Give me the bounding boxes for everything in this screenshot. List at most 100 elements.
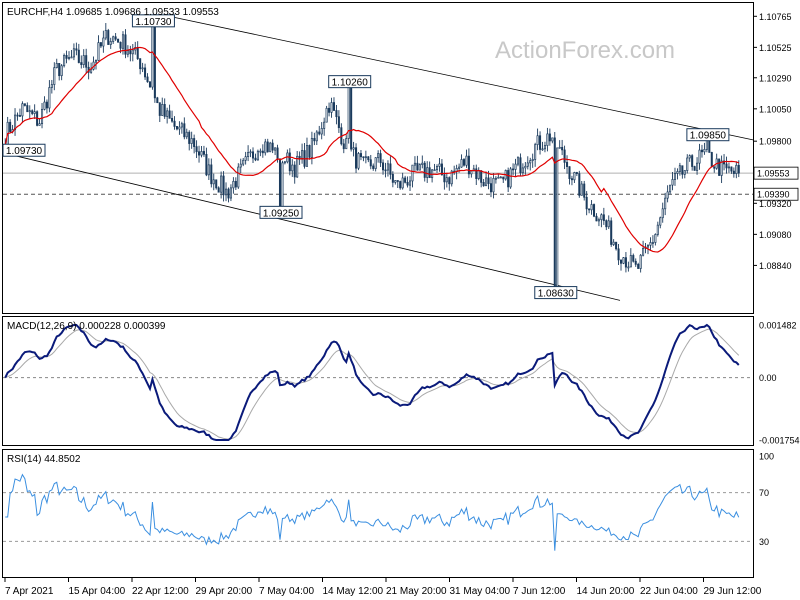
price-annotation: 1.09250 bbox=[259, 205, 303, 219]
price-panel-title: EURCHF,H4 1.09685 1.09686 1.09533 1.0955… bbox=[7, 7, 219, 18]
macd-axis-label: -0.001754 bbox=[759, 436, 800, 446]
candle-body bbox=[109, 41, 112, 45]
candle-body bbox=[328, 107, 331, 113]
candle-body bbox=[281, 162, 284, 208]
candle-body bbox=[671, 179, 674, 186]
candle-body bbox=[124, 34, 127, 55]
candle-body bbox=[573, 172, 576, 181]
candle-body bbox=[509, 168, 512, 188]
candle-body bbox=[325, 107, 328, 123]
candle-body bbox=[80, 62, 83, 65]
candle-body bbox=[632, 255, 635, 262]
candle-body bbox=[605, 220, 608, 228]
candle-body bbox=[401, 177, 404, 189]
candle-body bbox=[23, 103, 26, 106]
price-annotation-text: 1.10260 bbox=[332, 78, 369, 89]
candle-body bbox=[291, 164, 294, 172]
price-axis-label: 1.10525 bbox=[759, 43, 792, 53]
candle-body bbox=[67, 57, 71, 59]
candle-body bbox=[539, 135, 542, 150]
candle-body bbox=[548, 133, 551, 142]
candle-body bbox=[624, 257, 627, 268]
candle-body bbox=[26, 105, 29, 113]
candle-body bbox=[198, 151, 201, 156]
candle-body bbox=[659, 217, 662, 226]
candle-body bbox=[664, 197, 667, 210]
candle-body bbox=[558, 146, 561, 149]
watermark: ActionForex.com bbox=[495, 37, 675, 64]
candle-body bbox=[202, 151, 205, 155]
candle-body bbox=[732, 170, 735, 174]
candle-body bbox=[114, 36, 117, 40]
candle-body bbox=[163, 104, 166, 117]
candle-body bbox=[180, 123, 183, 128]
candle-body bbox=[443, 174, 446, 183]
price-annotation: 1.10260 bbox=[328, 75, 372, 89]
candle-body bbox=[465, 155, 468, 166]
candle-body bbox=[119, 41, 122, 49]
candle-body bbox=[288, 152, 291, 172]
x-axis-label: 14 Jun 20:00 bbox=[577, 586, 635, 597]
candle-body bbox=[691, 155, 694, 167]
candle-body bbox=[148, 81, 151, 88]
candle-body bbox=[185, 131, 188, 138]
candle-body bbox=[676, 171, 679, 174]
candle-body bbox=[342, 143, 345, 150]
candle-body bbox=[337, 116, 340, 129]
candle-body bbox=[597, 219, 600, 222]
candle-body bbox=[519, 157, 522, 174]
candle-body bbox=[63, 55, 66, 67]
price-annotation: 1.09850 bbox=[686, 128, 730, 142]
candle-body bbox=[60, 65, 63, 77]
candle-body bbox=[55, 63, 58, 69]
candle-body bbox=[200, 151, 203, 156]
candle-body bbox=[580, 183, 583, 196]
candle-body bbox=[551, 137, 554, 142]
candle-body bbox=[666, 191, 669, 199]
candle-body bbox=[266, 141, 269, 153]
macd-axis-label: 0.001482 bbox=[759, 321, 797, 331]
candle-body bbox=[541, 148, 544, 151]
candle-body bbox=[276, 147, 279, 160]
candle-body bbox=[166, 110, 169, 117]
candle-body bbox=[332, 102, 335, 111]
candle-body bbox=[421, 162, 424, 165]
candle-body bbox=[516, 157, 519, 165]
candle-body bbox=[58, 63, 61, 77]
candle-body bbox=[698, 149, 701, 164]
candle-body bbox=[610, 220, 613, 245]
candle-body bbox=[225, 188, 228, 196]
candle-body bbox=[524, 165, 527, 169]
candle-body bbox=[622, 257, 625, 264]
candle-body bbox=[139, 58, 142, 70]
candle-body bbox=[345, 138, 348, 150]
candle-body bbox=[561, 146, 564, 151]
candle-body bbox=[595, 215, 598, 222]
x-axis-label: 22 Apr 12:00 bbox=[132, 586, 189, 597]
candle-body bbox=[16, 114, 19, 117]
candle-body bbox=[570, 178, 573, 181]
candle-body bbox=[195, 146, 198, 153]
candle-body bbox=[499, 176, 502, 179]
candle-body bbox=[727, 166, 730, 169]
candle-body bbox=[563, 149, 566, 163]
candle-body bbox=[102, 37, 105, 47]
candle-body bbox=[48, 87, 51, 109]
candle-body bbox=[416, 162, 419, 171]
candle-body bbox=[489, 183, 493, 193]
candle-body bbox=[232, 180, 235, 189]
candle-body bbox=[556, 147, 559, 288]
price-annotation: 1.09730 bbox=[2, 143, 46, 157]
candle-body bbox=[72, 48, 75, 58]
candle-body bbox=[205, 154, 208, 176]
candle-body bbox=[188, 131, 191, 144]
candle-body bbox=[396, 180, 399, 182]
candle-body bbox=[183, 123, 186, 138]
candle-body bbox=[583, 183, 586, 198]
candle-body bbox=[477, 170, 480, 179]
candle-body bbox=[462, 159, 466, 166]
candle-body bbox=[212, 179, 215, 185]
candle-body bbox=[494, 177, 497, 180]
candle-body bbox=[320, 128, 323, 135]
candle-body bbox=[45, 101, 48, 109]
